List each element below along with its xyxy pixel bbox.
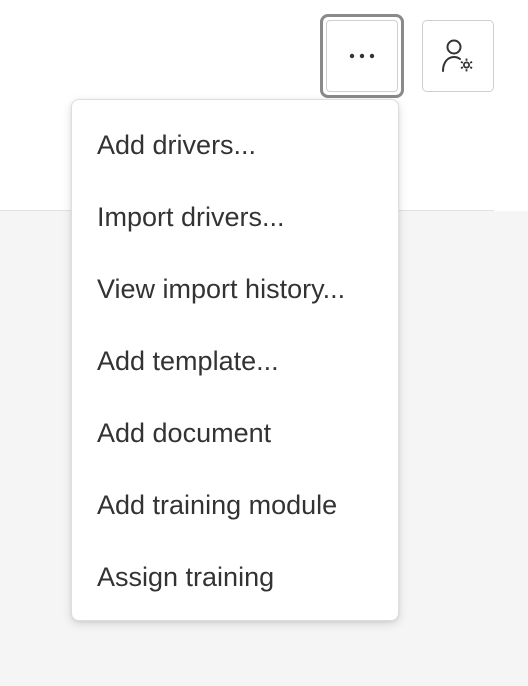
more-options-button-inner [326, 20, 398, 92]
menu-item-add-template[interactable]: Add template... [72, 325, 398, 397]
menu-item-add-drivers[interactable]: Add drivers... [72, 109, 398, 181]
ellipsis-horizontal-icon [349, 53, 375, 59]
more-options-button[interactable] [320, 14, 404, 98]
menu-item-add-training-module[interactable]: Add training module [72, 469, 398, 541]
user-gear-icon [442, 39, 473, 72]
menu-item-assign-training[interactable]: Assign training [72, 541, 398, 613]
user-settings-button[interactable] [422, 20, 494, 92]
menu-item-import-drivers[interactable]: Import drivers... [72, 181, 398, 253]
menu-item-add-document[interactable]: Add document [72, 397, 398, 469]
more-options-menu: Add drivers... Import drivers... View im… [71, 99, 399, 621]
menu-item-view-import-history[interactable]: View import history... [72, 253, 398, 325]
